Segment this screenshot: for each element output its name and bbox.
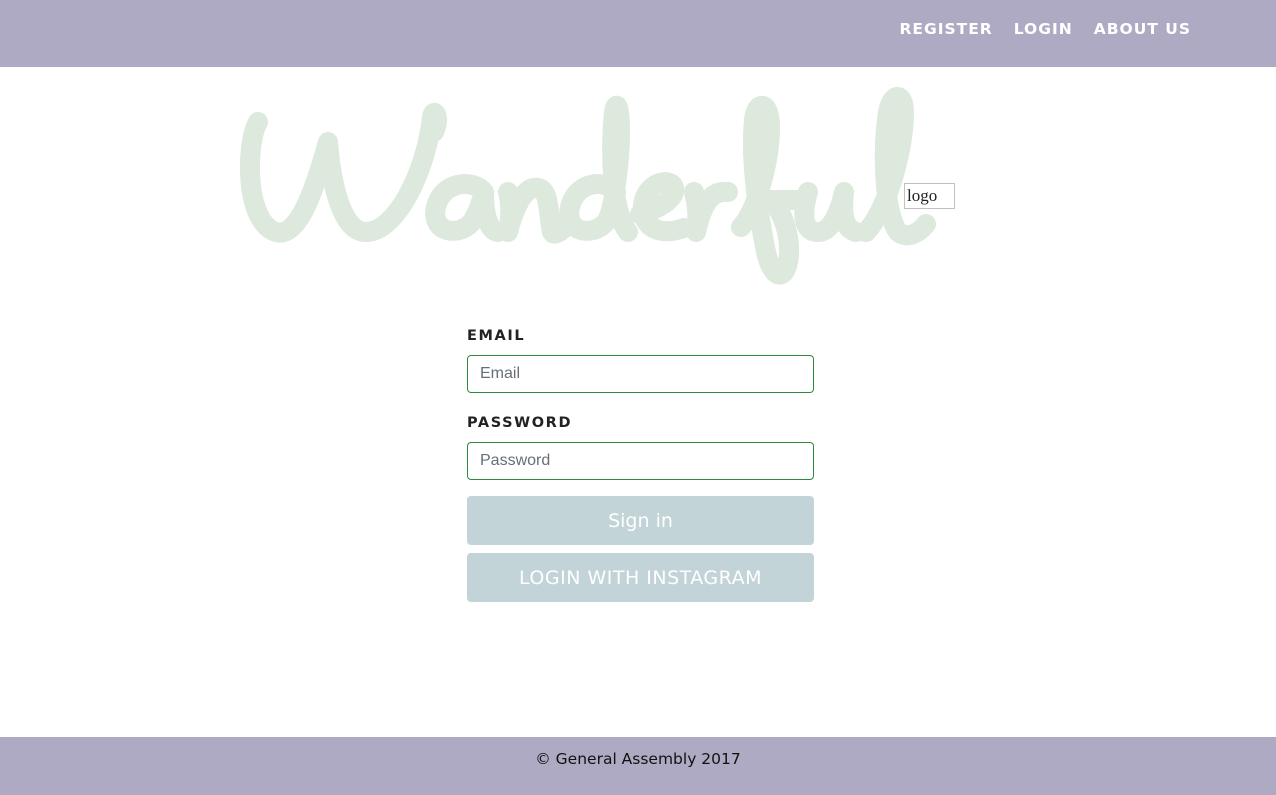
password-field[interactable] bbox=[467, 442, 814, 480]
sign-in-button[interactable]: Sign in bbox=[467, 496, 814, 545]
nav-login-link[interactable]: LOGIN bbox=[1014, 20, 1073, 38]
login-form: EMAIL PASSWORD Sign in LOGIN WITH INSTAG… bbox=[467, 326, 814, 602]
top-navbar: REGISTER LOGIN ABOUT US bbox=[0, 0, 1276, 67]
wordmark-logo-graphic bbox=[239, 87, 936, 285]
wanderful-wordmark bbox=[236, 82, 936, 292]
nav-links: REGISTER LOGIN ABOUT US bbox=[899, 20, 1191, 38]
footer: © General Assembly 2017 bbox=[0, 737, 1276, 795]
logo-image-placeholder: logo bbox=[904, 183, 955, 209]
email-field[interactable] bbox=[467, 355, 814, 393]
nav-about-us-link[interactable]: ABOUT US bbox=[1094, 20, 1191, 38]
footer-copyright: © General Assembly 2017 bbox=[535, 750, 741, 768]
password-label: PASSWORD bbox=[467, 415, 573, 431]
login-with-instagram-button[interactable]: LOGIN WITH INSTAGRAM bbox=[467, 553, 814, 602]
login-page: REGISTER LOGIN ABOUT US logo EMAIL Email… bbox=[0, 0, 1276, 795]
nav-register-link[interactable]: REGISTER bbox=[899, 20, 992, 38]
logo-alt-text: logo bbox=[907, 186, 938, 205]
email-label: EMAIL bbox=[467, 328, 526, 344]
